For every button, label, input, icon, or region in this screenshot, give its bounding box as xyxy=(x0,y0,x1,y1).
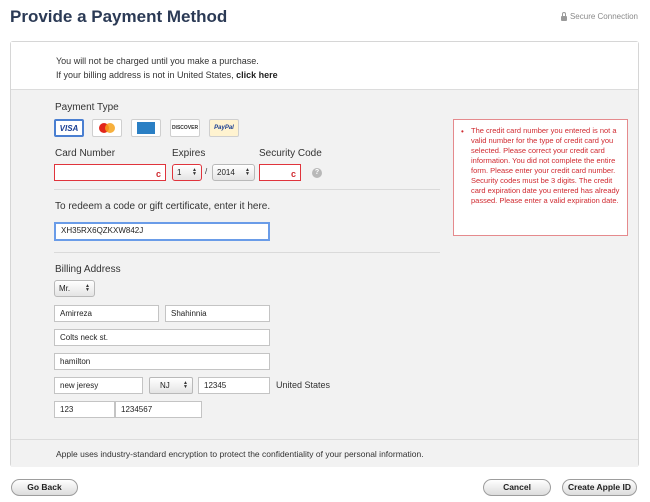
card-number-label: Card Number xyxy=(55,148,116,159)
last-name-input[interactable]: Shahinnia xyxy=(165,305,270,322)
street1-input[interactable]: Colts neck st. xyxy=(54,329,270,346)
expires-year-value: 2014 xyxy=(217,168,235,177)
city-value: new jeresy xyxy=(60,381,99,390)
help-icon[interactable]: ? xyxy=(312,168,322,178)
card-paypal[interactable]: PayPal xyxy=(209,119,239,137)
state-value: NJ xyxy=(160,381,170,390)
error-icon: c xyxy=(290,169,296,179)
last-name-value: Shahinnia xyxy=(171,309,207,318)
first-name-input[interactable]: Amirreza xyxy=(54,305,159,322)
notice-line2-text: If your billing address is not in United… xyxy=(56,70,237,80)
city-input[interactable]: new jeresy xyxy=(54,377,143,394)
notice-line1: You will not be charged until you make a… xyxy=(56,56,259,66)
zip-input[interactable]: 12345 xyxy=(198,377,270,394)
expires-month-value: 1 xyxy=(177,168,182,177)
title-value: Mr. xyxy=(59,284,71,293)
error-message: The credit card number you entered is no… xyxy=(471,126,620,205)
expires-month-select[interactable]: 1 ▲ ▼ xyxy=(172,164,202,181)
title-select[interactable]: Mr. ▲ ▼ xyxy=(54,280,95,297)
select-arrows-icon: ▲ ▼ xyxy=(192,167,197,177)
discover-logo-text: DISCOVER xyxy=(171,125,199,131)
select-arrows-icon: ▲ ▼ xyxy=(245,167,250,177)
encryption-note: Apple uses industry-standard encryption … xyxy=(56,449,424,459)
phone-input[interactable]: 1234567 xyxy=(115,401,202,418)
card-discover[interactable]: DISCOVER xyxy=(170,119,200,137)
divider xyxy=(54,252,440,253)
street1-value: Colts neck st. xyxy=(60,333,109,342)
mastercard-icon xyxy=(99,123,115,133)
secure-label: Secure Connection xyxy=(569,12,638,21)
paypal-logo-text: PayPal xyxy=(214,125,234,131)
card-visa[interactable]: VISA xyxy=(54,119,84,137)
payment-panel: You will not be charged until you make a… xyxy=(10,41,639,467)
cancel-button[interactable]: Cancel xyxy=(483,479,551,496)
notice-box: You will not be charged until you make a… xyxy=(11,42,638,90)
zip-value: 12345 xyxy=(204,381,227,390)
card-amex[interactable] xyxy=(131,119,161,137)
lock-icon xyxy=(560,11,567,21)
street2-value: hamilton xyxy=(60,357,91,366)
card-number-input[interactable]: c xyxy=(54,164,166,181)
error-message-box: • The credit card number you entered is … xyxy=(453,119,628,236)
state-select[interactable]: NJ ▲ ▼ xyxy=(149,377,193,394)
security-code-label: Security Code xyxy=(259,148,322,159)
card-mastercard[interactable] xyxy=(92,119,122,137)
visa-logo-text: VISA xyxy=(59,123,79,133)
phone-value: 1234567 xyxy=(121,405,153,414)
error-bullet: • xyxy=(461,127,464,136)
payment-type-label: Payment Type xyxy=(55,102,119,113)
go-back-button[interactable]: Go Back xyxy=(11,479,78,496)
click-here-link[interactable]: click here xyxy=(236,70,278,80)
page-title: Provide a Payment Method xyxy=(10,7,228,26)
security-code-input[interactable]: c xyxy=(259,164,301,181)
footer-bar: Apple uses industry-standard encryption … xyxy=(11,439,638,467)
redeem-code-value: XH35RX6QZKXW842J xyxy=(61,226,144,235)
select-arrows-icon: ▲ ▼ xyxy=(85,283,90,293)
street2-input[interactable]: hamilton xyxy=(54,353,270,370)
error-icon: c xyxy=(155,169,161,179)
billing-address-label: Billing Address xyxy=(55,264,121,275)
redeem-label: To redeem a code or gift certificate, en… xyxy=(55,201,271,212)
create-apple-id-button[interactable]: Create Apple ID xyxy=(562,479,637,496)
country-label: United States xyxy=(276,380,331,390)
redeem-code-input[interactable]: XH35RX6QZKXW842J xyxy=(54,222,270,241)
expires-label: Expires xyxy=(172,148,206,159)
area-code-input[interactable]: 123 xyxy=(54,401,115,418)
secure-connection: Secure Connection xyxy=(560,11,638,21)
divider xyxy=(54,189,440,190)
area-code-value: 123 xyxy=(60,405,74,414)
amex-icon xyxy=(137,122,155,134)
expires-separator: / xyxy=(205,167,208,176)
notice-line2: If your billing address is not in United… xyxy=(56,70,278,80)
expires-year-select[interactable]: 2014 ▲ ▼ xyxy=(212,164,255,181)
first-name-value: Amirreza xyxy=(60,309,93,318)
select-arrows-icon: ▲ ▼ xyxy=(183,380,188,390)
